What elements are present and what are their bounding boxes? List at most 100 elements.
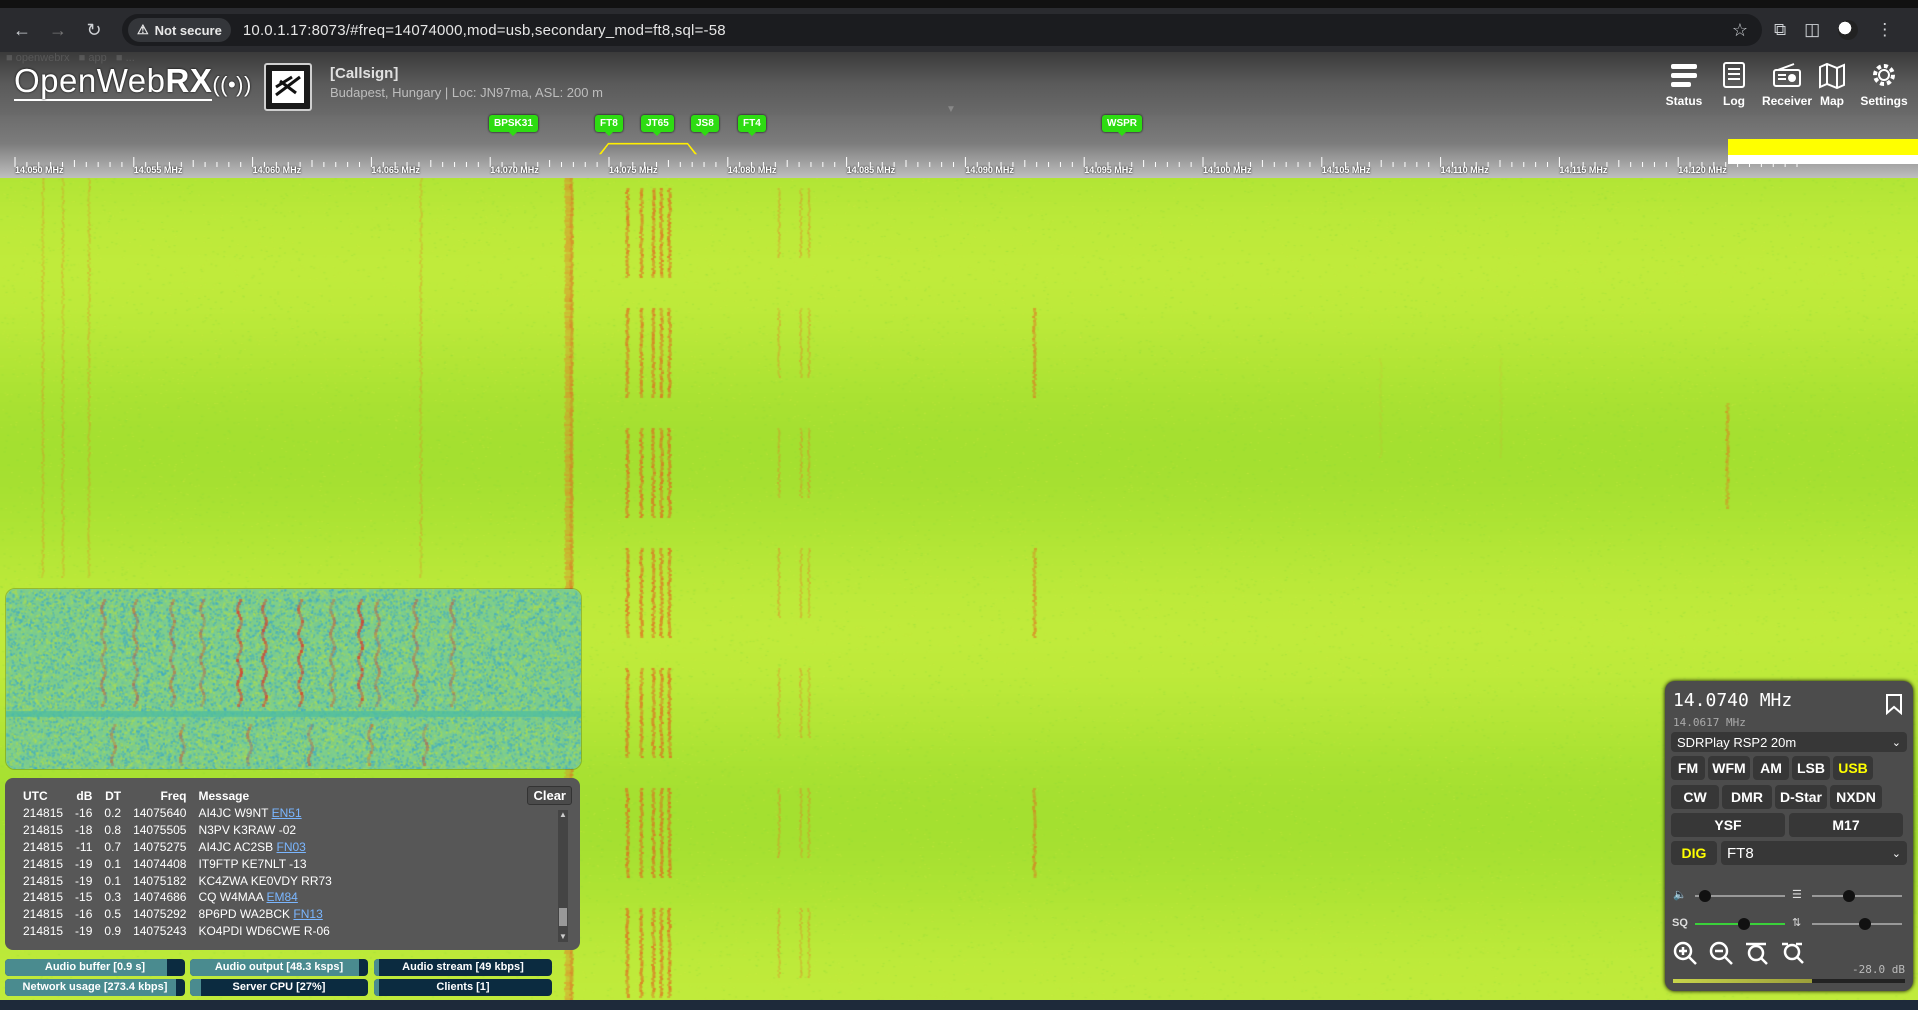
back-icon[interactable]: ← [8, 16, 36, 44]
mode-ysf-button[interactable]: YSF [1671, 813, 1785, 837]
receiver-label: Receiver [1762, 94, 1812, 108]
profile-avatar[interactable] [1838, 20, 1858, 40]
extensions-icon[interactable]: ⧉ [1774, 20, 1786, 40]
decode-utc: 214815 [17, 923, 69, 940]
header-collapse-icon[interactable]: ▼ [946, 104, 956, 115]
mode-dig-button[interactable]: DIG [1671, 841, 1717, 865]
profile-value: SDRPlay RSP2 20m [1677, 735, 1796, 750]
clear-button[interactable]: Clear [527, 786, 572, 805]
zoom-out-icon[interactable] [1707, 939, 1735, 967]
settings-button[interactable]: Settings [1858, 60, 1910, 108]
decode-message: IT9FTP KE7NLT -13 [192, 855, 337, 872]
decode-message-text: CQ W4MAA [198, 890, 263, 904]
squelch-knob[interactable] [1738, 918, 1750, 930]
bookmark-ft4[interactable]: FT4 [738, 115, 766, 132]
decode-dt: 0.1 [98, 855, 127, 872]
receiver-icon [1760, 60, 1814, 90]
mode-m17-button[interactable]: M17 [1789, 813, 1903, 837]
locator-link[interactable]: FN13 [293, 907, 322, 921]
receiver-button[interactable]: Receiver [1760, 60, 1814, 108]
col-db: dB [69, 788, 98, 805]
volume-slider[interactable] [1695, 895, 1785, 897]
digital-mode-select[interactable]: FT8 ⌄ [1721, 841, 1907, 865]
frequency-scale[interactable]: BPSK31 FT8 JT65 JS8 FT4 WSPR 14.050 MHz 1… [0, 115, 1918, 178]
zoom-reset-icon[interactable] [1779, 939, 1807, 967]
decode-utc: 214815 [17, 805, 69, 822]
tuned-frequency[interactable]: 14.0740 MHz [1673, 690, 1792, 711]
mode-dmr-button[interactable]: DMR [1722, 785, 1772, 809]
nr-slider[interactable] [1812, 895, 1902, 897]
squelch-slider[interactable] [1695, 923, 1785, 925]
menu-kebab-icon[interactable]: ⋮ [1876, 20, 1893, 40]
mode-dstar-button[interactable]: D-Star [1775, 785, 1827, 809]
mode-nxdn-button[interactable]: NXDN [1830, 785, 1882, 809]
ft8-decodes-panel: Clear UTC dB DT Freq Message 214815 -16 0.… [5, 778, 580, 950]
nr-knob[interactable] [1843, 890, 1855, 902]
scroll-down-icon[interactable]: ▼ [558, 932, 568, 942]
reload-icon[interactable]: ↻ [80, 16, 108, 44]
bookmark-star-icon[interactable]: ☆ [1732, 20, 1748, 41]
mode-lsb-button[interactable]: LSB [1792, 756, 1830, 780]
agc-icon: ⇅ [1792, 916, 1801, 929]
decode-row: 214815 -18 0.8 14075505 N3PV K3RAW -02 [17, 822, 338, 839]
decode-utc: 214815 [17, 889, 69, 906]
map-icon [1808, 60, 1856, 90]
address-bar[interactable]: ⚠ Not secure 10.0.1.17:8073/#freq=140740… [122, 14, 1762, 46]
agc-knob[interactable] [1859, 918, 1871, 930]
openwebrx-logo[interactable]: OpenWebRX((•)) [14, 62, 252, 100]
passband-marker[interactable] [599, 143, 697, 154]
decode-dt: 0.3 [98, 889, 127, 906]
bookmark-js8[interactable]: JS8 [691, 115, 719, 132]
mode-usb-button[interactable]: USB [1833, 756, 1873, 780]
decodes-scrollbar[interactable]: ▲ ▼ [558, 810, 568, 942]
mode-cw-button[interactable]: CW [1671, 785, 1719, 809]
decode-freq: 14074408 [127, 855, 192, 872]
locator-link[interactable]: FN03 [277, 840, 306, 854]
bookmark-jt65[interactable]: JT65 [641, 115, 674, 132]
station-avatar[interactable] [264, 63, 312, 111]
decode-message: AI4JC AC2SB FN03 [192, 839, 337, 856]
profile-select[interactable]: SDRPlay RSP2 20m ⌄ [1671, 732, 1907, 752]
decode-dt: 0.7 [98, 839, 127, 856]
decode-row: 214815 -19 0.1 14074408 IT9FTP KE7NLT -13 [17, 855, 338, 872]
offset-frequency: 14.0617 MHz [1673, 716, 1746, 729]
tab-strip [0, 0, 1918, 8]
forward-icon[interactable]: → [44, 16, 72, 44]
page-bottom-strip [0, 1000, 1918, 1010]
mode-am-button[interactable]: AM [1753, 756, 1789, 780]
bookmark-bpsk31[interactable]: BPSK31 [489, 115, 538, 132]
volume-knob[interactable] [1699, 890, 1711, 902]
mode-wfm-button[interactable]: WFM [1708, 756, 1750, 780]
scroll-up-icon[interactable]: ▲ [558, 810, 568, 820]
locator-link[interactable]: EM84 [267, 890, 298, 904]
mode-fm-button[interactable]: FM [1671, 756, 1705, 780]
status-button[interactable]: Status [1660, 60, 1708, 108]
bookmark-add-icon[interactable] [1885, 693, 1903, 720]
zoom-fit-icon[interactable] [1743, 939, 1771, 967]
logo-text-bold: RX [165, 62, 212, 101]
s-meter [1673, 979, 1905, 983]
decode-message: AI4JC W9NT EN51 [192, 805, 337, 822]
agc-slider[interactable] [1812, 923, 1902, 925]
url-text[interactable]: 10.0.1.17:8073/#freq=14074000,mod=usb,se… [243, 22, 726, 39]
decode-utc: 214815 [17, 872, 69, 889]
map-button[interactable]: Map [1808, 60, 1856, 108]
decode-message-text: AI4JC W9NT [198, 806, 268, 820]
bookmark-wspr[interactable]: WSPR [1102, 115, 1142, 132]
secondary-waterfall [5, 588, 582, 770]
decode-message-text: IT9FTP KE7NLT -13 [198, 857, 306, 871]
decode-dt: 0.9 [98, 923, 127, 940]
site-security-chip[interactable]: ⚠ Not secure [128, 18, 231, 42]
decode-db: -16 [69, 805, 98, 822]
digital-mode-value: FT8 [1727, 845, 1754, 862]
audio-stream-fill [374, 959, 379, 976]
locator-link[interactable]: EN51 [272, 806, 302, 820]
scrollbar-thumb[interactable] [559, 908, 567, 926]
scale-ticks: 14.050 MHz 14.055 MHz 14.060 MHz 14.065 MHz… [0, 157, 1918, 178]
zoom-in-icon[interactable] [1671, 939, 1699, 967]
volume-icon: 🔈 [1673, 888, 1687, 901]
bookmark-ft8[interactable]: FT8 [595, 115, 623, 132]
receiver-panel: 14.0740 MHz 14.0617 MHz SDRPlay RSP2 20m… [1665, 681, 1913, 991]
log-button[interactable]: Log [1710, 60, 1758, 108]
side-panel-icon[interactable]: ◫ [1804, 20, 1820, 40]
